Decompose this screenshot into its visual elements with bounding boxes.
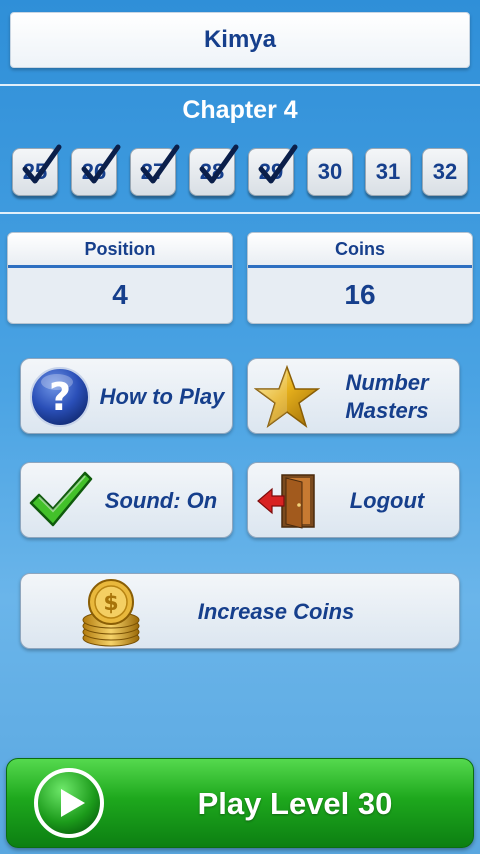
- divider-middle: [0, 212, 480, 214]
- logout-button[interactable]: Logout: [247, 462, 460, 538]
- level-25-button[interactable]: 25: [12, 144, 62, 196]
- level-31-button[interactable]: 31: [365, 148, 411, 196]
- level-32-button[interactable]: 32: [422, 148, 468, 196]
- level-30-button[interactable]: 30: [307, 148, 353, 196]
- level-26-button[interactable]: 26: [71, 144, 121, 196]
- svg-text:$: $: [103, 591, 118, 616]
- level-number: 31: [375, 159, 401, 184]
- logout-label: Logout: [349, 488, 425, 513]
- how-to-play-button[interactable]: ? How to Play: [20, 358, 233, 434]
- level-number: 28: [199, 159, 225, 184]
- level-number: 26: [81, 159, 107, 184]
- level-number: 27: [140, 159, 166, 184]
- level-number: 32: [432, 159, 458, 184]
- coins-value: 16: [344, 279, 376, 310]
- star-icon: [254, 365, 320, 428]
- how-to-play-label: How to Play: [99, 384, 225, 409]
- checkmark-icon: [29, 471, 93, 527]
- level-number: 25: [22, 159, 48, 184]
- position-value: 4: [112, 279, 128, 310]
- level-number: 30: [317, 159, 343, 184]
- increase-coins-label: Increase Coins: [197, 599, 355, 624]
- play-level-button[interactable]: Play Level 30: [6, 758, 474, 848]
- svg-text:?: ?: [49, 375, 71, 419]
- question-icon: ?: [30, 367, 90, 427]
- chapter-title: Chapter 4: [182, 96, 298, 124]
- sound-toggle-button[interactable]: Sound: On: [20, 462, 233, 538]
- play-level-label: Play Level 30: [197, 786, 393, 821]
- number-masters-button[interactable]: Number Masters: [247, 358, 460, 434]
- increase-coins-button[interactable]: $ Increase Coins: [20, 573, 460, 649]
- play-icon: [34, 768, 104, 838]
- level-27-button[interactable]: 27: [130, 144, 180, 196]
- door-exit-icon: [257, 474, 315, 529]
- level-28-button[interactable]: 28: [189, 144, 239, 196]
- level-selector: 25 26 27 28 29 30 31 32: [12, 144, 470, 200]
- number-masters-line2: Masters: [345, 398, 429, 423]
- sound-label: Sound: On: [104, 488, 218, 513]
- position-card: Position 4: [7, 232, 233, 324]
- coins-card: Coins 16: [247, 232, 473, 324]
- coins-label: Coins: [248, 233, 472, 268]
- level-number: 29: [258, 159, 284, 184]
- number-masters-line1: Number: [345, 370, 429, 395]
- divider-top: [0, 84, 480, 86]
- position-label: Position: [8, 233, 232, 268]
- level-29-button[interactable]: 29: [248, 144, 298, 196]
- category-title: Kimya: [10, 12, 470, 68]
- number-masters-label: Number Masters: [328, 369, 446, 425]
- coin-stack-icon: $: [82, 579, 140, 647]
